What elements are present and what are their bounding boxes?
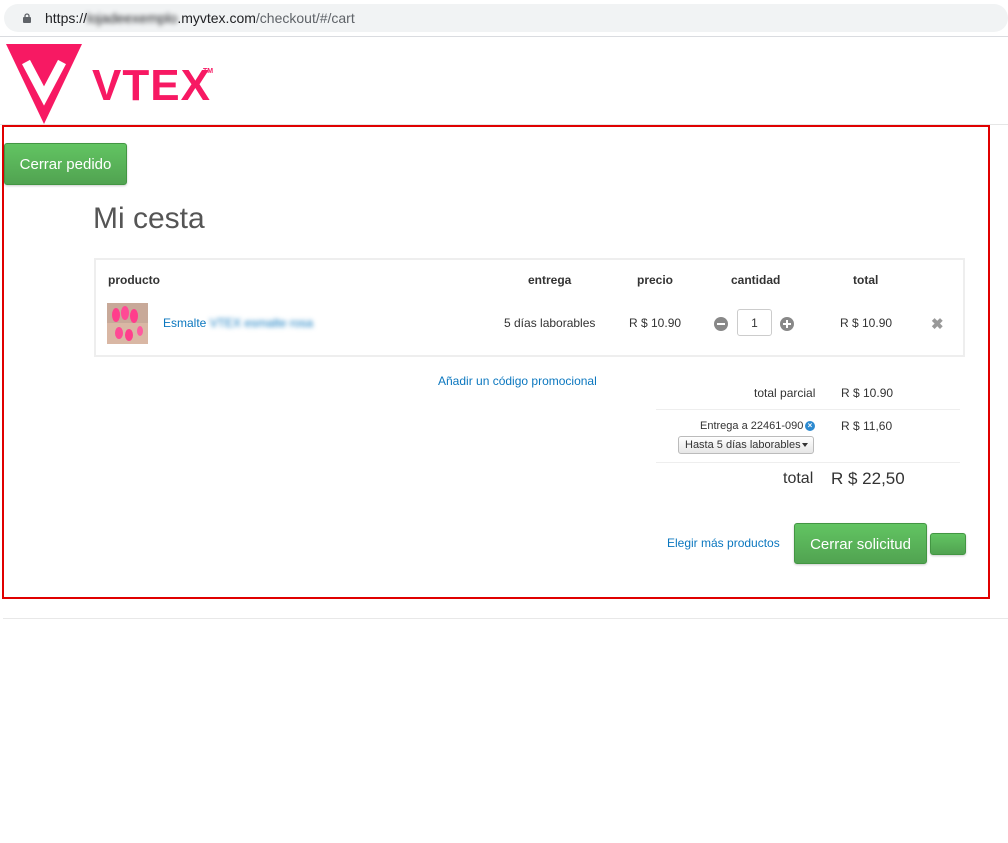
total-label: total: [783, 470, 814, 487]
product-name-blurred: VTEX esmalte rosa: [209, 316, 314, 330]
shipping-value: R $ 11,60: [841, 419, 893, 433]
promo-code-link[interactable]: Añadir un código promocional: [438, 374, 597, 388]
url-text: https://lojadeexemplo.myvtex.com/checkou…: [45, 10, 355, 26]
continue-shopping-link[interactable]: Elegir más productos: [667, 536, 780, 550]
plus-icon[interactable]: [780, 317, 794, 331]
column-header-price: precio: [637, 273, 674, 287]
shipping-option-dropdown[interactable]: Hasta 5 días laborables: [678, 436, 814, 454]
item-price: R $ 10.90: [629, 316, 682, 330]
submit-order-button[interactable]: Cerrar solicitud: [794, 523, 927, 564]
total-value: R $ 22,50: [831, 469, 905, 488]
close-circle-icon[interactable]: ×: [805, 421, 815, 431]
vtex-logo-tm: TM: [203, 68, 214, 75]
item-total: R $ 10.90: [840, 316, 893, 330]
subtotal-value: R $ 10.90: [841, 386, 894, 400]
vtex-logo-icon: [6, 44, 82, 124]
caret-down-icon: [802, 443, 808, 447]
small-green-button[interactable]: [930, 533, 966, 555]
lock-icon: [23, 13, 31, 23]
close-order-button[interactable]: Cerrar pedido: [4, 143, 127, 185]
minus-icon[interactable]: [714, 317, 728, 331]
item-delivery: 5 días laborables: [504, 316, 596, 330]
browser-address-bar: https://lojadeexemplo.myvtex.com/checkou…: [0, 0, 1008, 37]
vtex-logo-text: VTEX: [92, 61, 211, 110]
url-blurred-subdomain: lojadeexemplo: [87, 10, 178, 26]
product-name-visible: Esmalte: [163, 316, 207, 330]
footer-divider: [3, 618, 1008, 619]
url-prefix: https://: [45, 10, 88, 26]
column-header-product: producto: [108, 273, 160, 287]
url-field[interactable]: https://lojadeexemplo.myvtex.com/checkou…: [4, 4, 1008, 32]
column-header-delivery: entrega: [528, 273, 572, 287]
remove-item-icon[interactable]: ✖: [931, 315, 944, 333]
column-header-quantity: cantidad: [731, 273, 781, 287]
product-image[interactable]: [107, 303, 148, 344]
summary-divider: [656, 462, 960, 463]
product-name-link[interactable]: Esmalte VTEX esmalte rosa: [163, 316, 313, 330]
url-domain: .myvtex.com: [177, 10, 256, 26]
shipping-label: Entrega a 22461-090: [700, 420, 804, 432]
page-title: Mi cesta: [93, 202, 205, 235]
column-header-total: total: [853, 273, 879, 287]
summary-divider: [656, 409, 960, 410]
shipping-option-label: Hasta 5 días laborables: [685, 439, 801, 451]
url-path: /checkout/#/cart: [255, 10, 355, 26]
subtotal-label: total parcial: [754, 386, 816, 400]
quantity-input[interactable]: [737, 309, 772, 336]
